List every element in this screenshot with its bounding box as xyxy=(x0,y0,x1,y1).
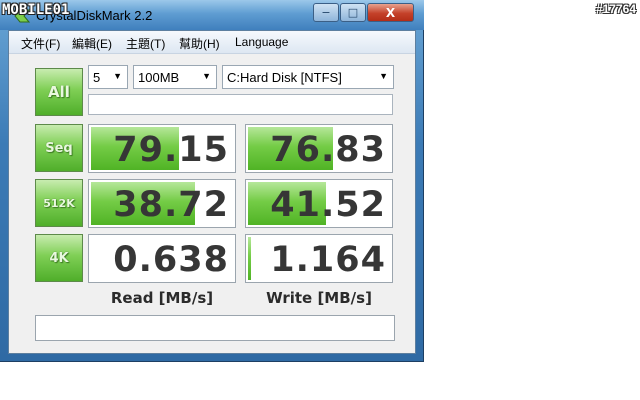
write-header: Write [MB/s] xyxy=(266,289,372,307)
512k-write-cell: 41.52 xyxy=(245,179,393,228)
minimize-icon: − xyxy=(321,6,331,19)
seq-write-value: 76.83 xyxy=(270,130,386,170)
menu-bar: 文件(F) 編輯(E) 主題(T) 幫助(H) Language xyxy=(9,31,415,54)
512k-write-value: 41.52 xyxy=(270,185,386,225)
512k-read-value: 38.72 xyxy=(113,185,229,225)
watermark-logo: MOBILE01 xyxy=(2,2,70,18)
chevron-down-icon: ▼ xyxy=(202,71,211,81)
512k-button[interactable]: 512K xyxy=(35,179,83,227)
close-button[interactable]: X xyxy=(367,3,414,22)
status-field xyxy=(88,94,393,115)
drive-value: C:Hard Disk [NTFS] xyxy=(227,70,342,85)
chevron-down-icon: ▼ xyxy=(113,71,122,81)
close-icon: X xyxy=(385,5,396,20)
client-area: 文件(F) 編輯(E) 主題(T) 幫助(H) Language All 5 ▼… xyxy=(8,30,416,354)
4k-write-value: 1.164 xyxy=(270,240,386,280)
runs-value: 5 xyxy=(93,70,101,85)
run-all-button[interactable]: All xyxy=(35,68,83,116)
minimize-button[interactable]: − xyxy=(313,3,339,22)
runs-select[interactable]: 5 ▼ xyxy=(88,65,128,89)
menu-language[interactable]: Language xyxy=(235,35,288,49)
menu-theme[interactable]: 主題(T) xyxy=(126,35,165,52)
4k-write-cell: 1.164 xyxy=(245,234,393,283)
maximize-icon: □ xyxy=(347,6,359,19)
size-value: 100MB xyxy=(138,70,180,85)
benchmark-panel: All 5 ▼ 100MB ▼ C:Hard Disk [NTFS] ▼ Seq… xyxy=(9,54,415,353)
app-window: CrystalDiskMark 2.2 − □ X 文件(F) 編輯(E) 主題… xyxy=(0,0,424,362)
post-id: #17764 xyxy=(595,2,636,16)
chevron-down-icon: ▼ xyxy=(379,71,388,81)
4k-button[interactable]: 4K xyxy=(35,234,83,282)
4k-read-cell: 0.638 xyxy=(88,234,236,283)
read-header: Read [MB/s] xyxy=(110,289,214,307)
maximize-button[interactable]: □ xyxy=(340,3,366,22)
seq-button[interactable]: Seq xyxy=(35,124,83,172)
drive-select[interactable]: C:Hard Disk [NTFS] ▼ xyxy=(222,65,394,89)
seq-read-value: 79.15 xyxy=(113,130,229,170)
512k-read-cell: 38.72 xyxy=(88,179,236,228)
seq-write-cell: 76.83 xyxy=(245,124,393,173)
menu-help[interactable]: 幫助(H) xyxy=(179,35,220,52)
seq-read-cell: 79.15 xyxy=(88,124,236,173)
size-select[interactable]: 100MB ▼ xyxy=(133,65,217,89)
4k-read-value: 0.638 xyxy=(113,240,229,280)
menu-file[interactable]: 文件(F) xyxy=(21,35,60,52)
comment-field[interactable] xyxy=(35,315,395,341)
menu-edit[interactable]: 編輯(E) xyxy=(72,35,112,52)
